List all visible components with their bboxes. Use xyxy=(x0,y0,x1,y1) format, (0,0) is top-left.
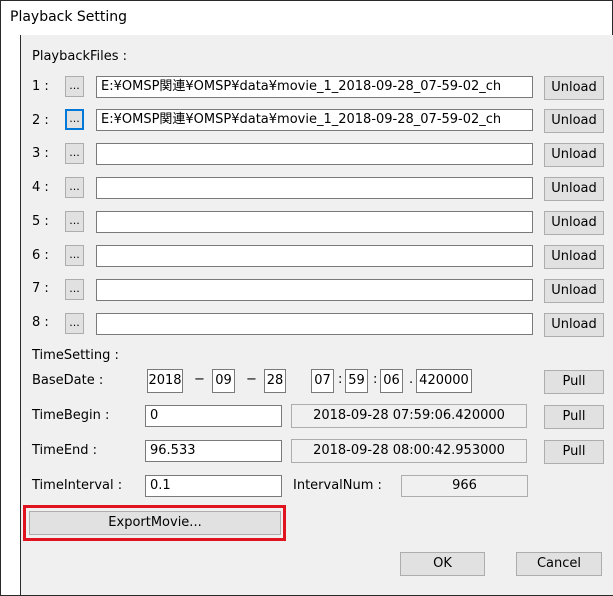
browse-file-2-button[interactable]: ... xyxy=(65,109,84,130)
time-setting-label: TimeSetting : xyxy=(32,348,119,363)
unload-5-button[interactable]: Unload xyxy=(544,211,604,235)
row-8-number: 8 : xyxy=(32,315,49,330)
unload-6-button[interactable]: Unload xyxy=(544,245,604,269)
base-date-month[interactable]: 09 xyxy=(212,369,235,393)
playback-files-label: PlaybackFiles : xyxy=(32,49,128,64)
interval-num-label: IntervalNum : xyxy=(293,478,382,493)
time-interval-label: TimeInterval : xyxy=(32,478,123,493)
unload-3-button[interactable]: Unload xyxy=(544,143,604,167)
browse-file-1-button[interactable]: ... xyxy=(65,76,84,97)
file-path-4-field[interactable] xyxy=(96,177,533,199)
cancel-button[interactable]: Cancel xyxy=(516,552,602,576)
row-1-number: 1 : xyxy=(32,79,49,94)
pull-base-date-button[interactable]: Pull xyxy=(544,370,604,394)
base-time-minute[interactable]: 59 xyxy=(345,369,368,393)
time-end-display: 2018-09-28 08:00:42.953000 xyxy=(291,439,527,463)
unload-4-button[interactable]: Unload xyxy=(544,177,604,201)
base-date-year[interactable]: 2018 xyxy=(147,369,183,393)
time-separator: : xyxy=(373,372,378,387)
row-7-number: 7 : xyxy=(32,281,49,296)
file-path-8-field[interactable] xyxy=(96,313,533,335)
browse-file-3-button[interactable]: ... xyxy=(65,143,84,164)
unload-1-button[interactable]: Unload xyxy=(544,76,604,100)
unload-2-button[interactable]: Unload xyxy=(544,109,604,133)
base-date-day[interactable]: 28 xyxy=(264,369,286,393)
row-4-number: 4 : xyxy=(32,180,49,195)
unload-7-button[interactable]: Unload xyxy=(544,279,604,303)
browse-file-4-button[interactable]: ... xyxy=(65,177,84,198)
row-5-number: 5 : xyxy=(32,214,49,229)
file-path-3-field[interactable] xyxy=(96,143,533,165)
row-2-number: 2 : xyxy=(32,113,49,128)
browse-file-7-button[interactable]: ... xyxy=(65,279,84,300)
base-time-second[interactable]: 06 xyxy=(380,369,403,393)
unload-8-button[interactable]: Unload xyxy=(544,313,604,337)
time-begin-input[interactable]: 0 xyxy=(145,405,282,427)
window-title: Playback Setting xyxy=(10,9,128,25)
date-separator: − xyxy=(194,372,205,387)
time-end-input[interactable]: 96.533 xyxy=(145,440,282,462)
browse-file-6-button[interactable]: ... xyxy=(65,245,84,266)
time-begin-label: TimeBegin : xyxy=(32,408,110,423)
time-separator: : xyxy=(338,372,343,387)
file-path-2-field[interactable]: E:¥OMSP関連¥OMSP¥data¥movie_1_2018-09-28_0… xyxy=(96,109,533,131)
row-3-number: 3 : xyxy=(32,146,49,161)
fraction-separator: . xyxy=(409,372,414,387)
base-date-label: BaseDate : xyxy=(32,373,104,388)
title-bar: Playback Setting xyxy=(1,1,612,35)
time-end-label: TimeEnd : xyxy=(32,443,98,458)
ok-button[interactable]: OK xyxy=(400,552,485,576)
file-path-1-field[interactable]: E:¥OMSP関連¥OMSP¥data¥movie_1_2018-09-28_0… xyxy=(96,76,533,98)
file-path-6-field[interactable] xyxy=(96,245,533,267)
base-time-fraction[interactable]: 420000 xyxy=(416,369,472,393)
base-time-hour[interactable]: 07 xyxy=(311,369,334,393)
pull-time-end-button[interactable]: Pull xyxy=(544,440,604,464)
time-interval-input[interactable]: 0.1 xyxy=(145,475,282,497)
interval-num-display: 966 xyxy=(401,475,528,497)
pull-time-begin-button[interactable]: Pull xyxy=(544,405,604,429)
file-path-5-field[interactable] xyxy=(96,211,533,233)
row-6-number: 6 : xyxy=(32,248,49,263)
export-highlight-annotation xyxy=(23,505,286,541)
file-path-7-field[interactable] xyxy=(96,279,533,301)
browse-file-8-button[interactable]: ... xyxy=(65,313,84,334)
date-separator: − xyxy=(246,372,257,387)
browse-file-5-button[interactable]: ... xyxy=(65,211,84,232)
time-begin-display: 2018-09-28 07:59:06.420000 xyxy=(291,404,527,428)
